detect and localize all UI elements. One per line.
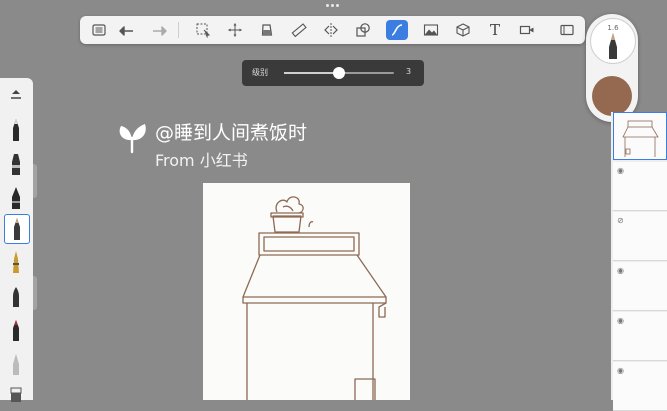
visibility-eye-icon[interactable]: ◉ (617, 266, 624, 275)
ruler-icon[interactable] (288, 20, 310, 40)
brush-eraser-icon[interactable] (4, 378, 28, 406)
layers-panel: ◉ ⊘ ◉ ◉ ◉ (611, 112, 667, 411)
pencil-tip-icon (609, 33, 617, 59)
visibility-hidden-icon[interactable]: ⊘ (617, 216, 624, 225)
perspective-icon[interactable] (452, 20, 474, 40)
layer-item[interactable]: ◉ (613, 262, 667, 311)
brush-selected-icon[interactable] (4, 214, 30, 244)
watermark-handle: @睡到人间煮饭时 (155, 122, 308, 144)
brush-puck: 1.6 (586, 14, 638, 122)
symmetry-icon[interactable] (320, 20, 342, 40)
brush-size-button[interactable]: 1.6 (590, 18, 636, 64)
brush-pencil-icon[interactable] (4, 116, 28, 144)
layer-item[interactable]: ◉ (613, 162, 667, 211)
toolbar-divider (178, 22, 179, 38)
level-value: 3 (406, 67, 412, 76)
visibility-eye-icon[interactable]: ◉ (617, 166, 624, 175)
level-slider-knob[interactable] (333, 67, 345, 79)
text-icon[interactable]: T (484, 20, 506, 40)
level-slider[interactable] (284, 67, 394, 79)
brush-pen-icon[interactable] (4, 184, 28, 212)
image-icon[interactable] (420, 20, 442, 40)
current-color-swatch[interactable] (592, 76, 632, 116)
brush-marker-icon[interactable] (4, 150, 28, 178)
layer-item[interactable]: ◉ (613, 362, 667, 411)
brush-paint-icon[interactable] (4, 282, 28, 310)
level-slider-panel: 级别 3 (242, 60, 424, 86)
layer-item[interactable]: ◉ (613, 312, 667, 361)
house-sketch (242, 196, 387, 400)
brush-blender-icon[interactable] (4, 350, 28, 378)
visibility-eye-icon[interactable]: ◉ (617, 366, 624, 375)
transform-icon[interactable] (224, 20, 246, 40)
brush-airbrush-icon[interactable] (4, 316, 28, 344)
panel-collapse-icon[interactable] (4, 80, 28, 108)
level-label: 级别 (252, 68, 268, 77)
brush-panel-handle[interactable] (33, 164, 37, 198)
toolbar-grabber[interactable] (326, 4, 340, 8)
visibility-eye-icon[interactable]: ◉ (617, 316, 624, 325)
brush-library-panel (0, 78, 33, 402)
redo-icon[interactable] (148, 20, 170, 40)
shapes-icon[interactable] (352, 20, 374, 40)
drawing-canvas[interactable] (203, 183, 410, 400)
main-toolbar: T (80, 16, 585, 44)
undo-icon[interactable] (116, 20, 138, 40)
selection-icon[interactable] (192, 20, 214, 40)
layer-thumbnail-house-icon (622, 120, 659, 157)
text-icon-glyph: T (489, 21, 500, 39)
brush-panel-handle[interactable] (33, 276, 37, 310)
fullscreen-icon[interactable] (556, 20, 578, 40)
level-slider-fill (284, 72, 339, 74)
stroke-tool-icon[interactable] (386, 20, 408, 40)
menu-list-icon[interactable] (88, 20, 110, 40)
video-icon[interactable] (516, 20, 538, 40)
layer-thumbnail-selected[interactable] (613, 112, 667, 160)
xiaohongshu-logo-icon (119, 124, 146, 154)
brush-ink-icon[interactable] (4, 248, 28, 276)
layer-item[interactable]: ⊘ (613, 212, 667, 261)
fill-icon[interactable] (256, 20, 278, 40)
watermark-source: From 小红书 (155, 151, 248, 170)
